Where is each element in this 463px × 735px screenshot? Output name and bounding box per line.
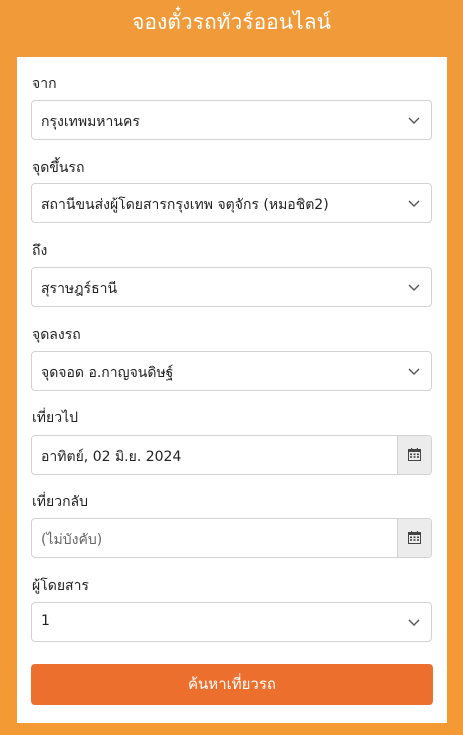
- passengers-select[interactable]: 1: [31, 602, 432, 642]
- to-value: สุราษฎร์ธานี: [41, 281, 118, 297]
- from-value: กรุงเทพมหานคร: [41, 114, 140, 130]
- return-date-field: (ไม่บังคับ): [31, 518, 432, 558]
- chevron-down-icon: [408, 368, 420, 375]
- dropoff-select[interactable]: จุดจอด อ.กาญจนดิษฐ์: [31, 351, 432, 391]
- return-date-placeholder: (ไม่บังคับ): [41, 532, 103, 548]
- depart-date-input[interactable]: อาทิตย์, 02 มิ.ย. 2024: [32, 436, 399, 474]
- calendar-icon: [408, 531, 421, 544]
- pickup-value: สถานีขนส่งผู้โดยสารกรุงเทพ จตุจักร (หมอช…: [41, 197, 329, 213]
- return-date-input[interactable]: (ไม่บังคับ): [32, 519, 399, 557]
- dropoff-label: จุดลงรถ: [32, 327, 81, 343]
- depart-date-value: อาทิตย์, 02 มิ.ย. 2024: [41, 449, 182, 465]
- chevron-down-icon: [408, 284, 420, 291]
- depart-label: เที่ยวไป: [32, 410, 79, 426]
- passengers-label: ผู้โดยสาร: [32, 578, 89, 594]
- page-title: จองตั๋วรถทัวร์ออนไลน์: [132, 10, 331, 34]
- return-calendar-button[interactable]: [397, 519, 431, 557]
- chevron-down-icon: [408, 200, 420, 207]
- passengers-value: 1: [41, 613, 50, 629]
- from-select[interactable]: กรุงเทพมหานคร: [31, 100, 432, 140]
- depart-date-field: อาทิตย์, 02 มิ.ย. 2024: [31, 435, 432, 475]
- chevron-down-icon: [408, 619, 420, 626]
- search-button[interactable]: ค้นหาเที่ยวรถ: [31, 664, 433, 705]
- to-label: ถึง: [32, 243, 48, 259]
- to-select[interactable]: สุราษฎร์ธานี: [31, 267, 432, 307]
- dropoff-value: จุดจอด อ.กาญจนดิษฐ์: [41, 365, 174, 381]
- return-label: เที่ยวกลับ: [32, 494, 89, 510]
- pickup-select[interactable]: สถานีขนส่งผู้โดยสารกรุงเทพ จตุจักร (หมอช…: [31, 183, 432, 223]
- calendar-icon: [408, 448, 421, 461]
- depart-calendar-button[interactable]: [397, 436, 431, 474]
- from-label: จาก: [32, 76, 57, 92]
- booking-form: จาก กรุงเทพมหานคร จุดขึ้นรถ สถานีขนส่งผู…: [17, 57, 447, 723]
- pickup-label: จุดขึ้นรถ: [32, 160, 85, 176]
- chevron-down-icon: [408, 117, 420, 124]
